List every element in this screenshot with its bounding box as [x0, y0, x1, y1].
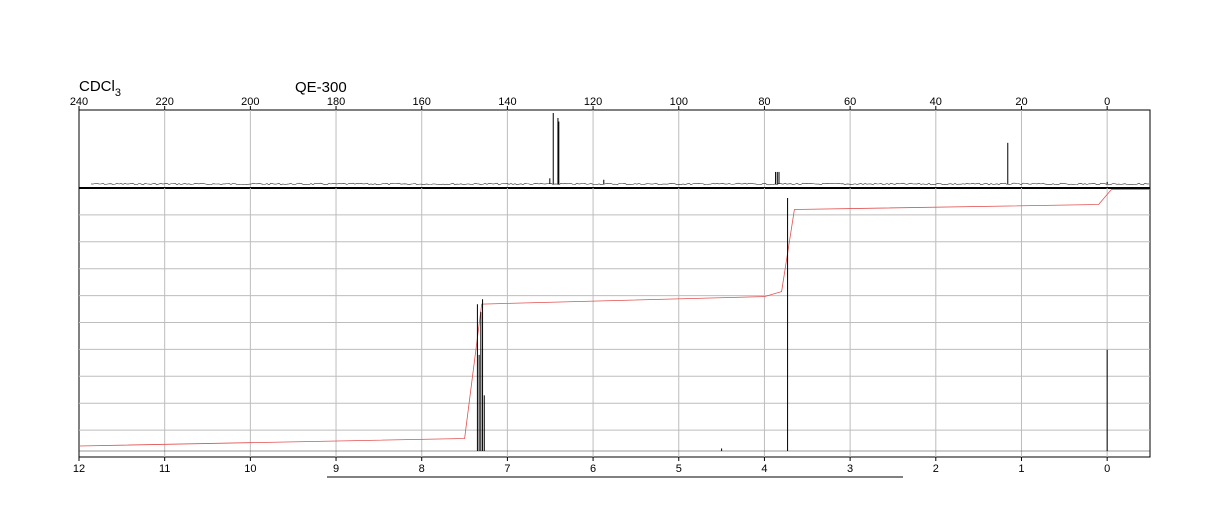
c13-tick-label: 200 [241, 96, 259, 108]
carbon-13-spectrum-panel: 240 220 200 180 160 140 120 100 80 60 40 20 0 [70, 96, 1151, 189]
h1-tick-label: 10 [244, 463, 256, 475]
c13-tick-label: 160 [413, 96, 431, 108]
h1-tick-label: 4 [761, 463, 767, 475]
h1-tick-label: 5 [676, 463, 682, 475]
h1-tick-label: 9 [333, 463, 339, 475]
h1-tick-label: 3 [847, 463, 853, 475]
h1-tick-label: 8 [419, 463, 425, 475]
h1-tick-label: 12 [73, 463, 85, 475]
h1-tick-label: 7 [504, 463, 510, 475]
h1-integration-curve [78, 189, 1150, 447]
c13-tick-label: 80 [758, 96, 770, 108]
instrument-label: QE-300 [295, 79, 347, 96]
h1-tick-label: 11 [159, 463, 170, 475]
c13-frame [78, 109, 1151, 189]
c13-tick-label: 120 [584, 96, 602, 108]
c13-tick-label: 240 [70, 96, 88, 108]
c13-tick-label: 140 [498, 96, 516, 108]
c13-tick-label: 60 [844, 96, 856, 108]
c13-tick-label: 100 [670, 96, 688, 108]
c13-tick-label: 220 [156, 96, 174, 108]
c13-tick-label: 0 [1104, 96, 1110, 108]
nmr-figure: CDCl3 QE-300 240 220 200 180 160 140 120 100 80 6… [70, 78, 1151, 478]
proton-spectrum-panel: 12 11 10 9 8 7 6 5 4 3 2 1 0 [73, 187, 1151, 475]
h1-tick-label: 2 [933, 463, 939, 475]
c13-tick-label: 40 [930, 96, 942, 108]
h1-tick-label: 1 [1018, 463, 1024, 475]
h1-tick-label: 0 [1104, 463, 1110, 475]
c13-tick-label: 20 [1015, 96, 1027, 108]
c13-baseline [90, 182, 1150, 186]
c13-tick-label: 180 [327, 96, 345, 108]
h1-tick-label: 6 [590, 463, 596, 475]
